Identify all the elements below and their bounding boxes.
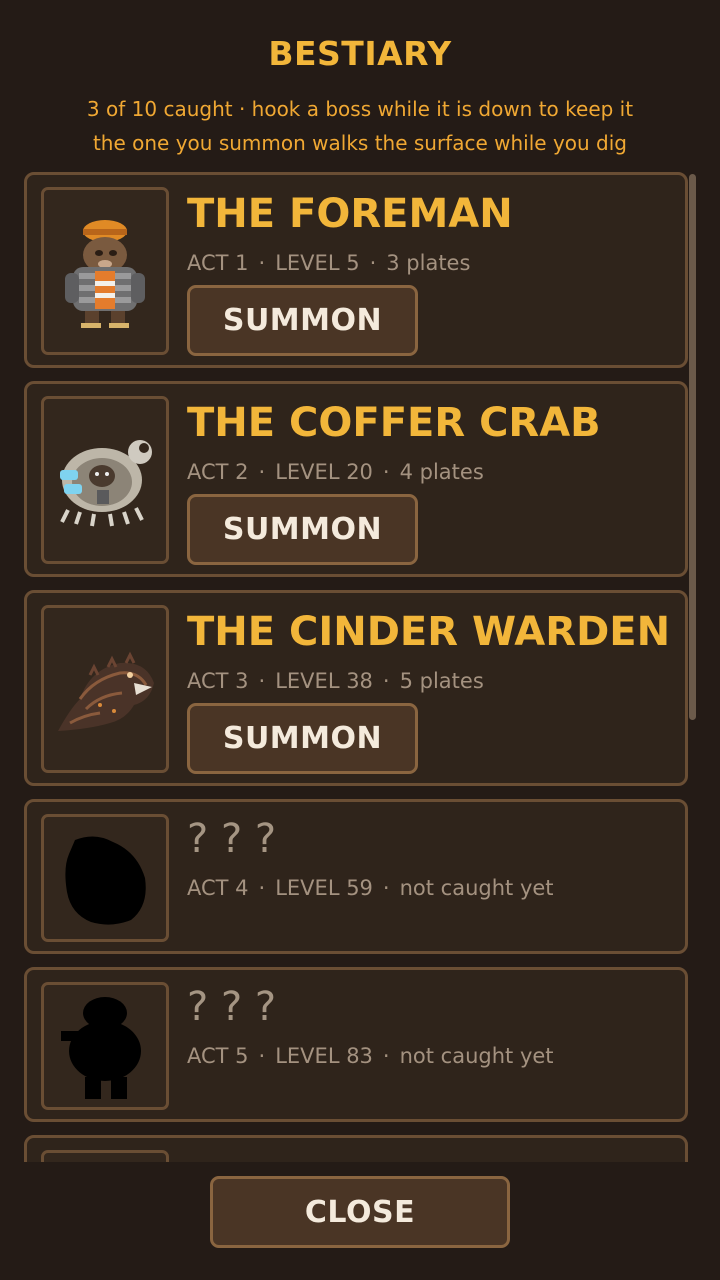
- boss-status: not caught yet: [399, 1044, 554, 1068]
- boss-act: ACT 5: [187, 1044, 249, 1068]
- boss-plates: 3 plates: [386, 251, 471, 275]
- close-button[interactable]: CLOSE: [210, 1176, 510, 1248]
- boss-meta: ACT 2 · LEVEL 20 · 4 plates: [187, 460, 484, 484]
- unknown-boss-silhouette-icon: [61, 997, 141, 1099]
- list-scrollbar[interactable]: [689, 174, 696, 720]
- boss-name: ? ? ?: [187, 816, 277, 862]
- separator-dot: ·: [258, 876, 266, 900]
- separator-dot: ·: [382, 1044, 390, 1068]
- boss-card-locked: ? ? ? ACT 4 · LEVEL 59 · not caught yet: [24, 799, 688, 954]
- boss-meta: ACT 3 · LEVEL 38 · 5 plates: [187, 669, 484, 693]
- boss-name: THE CINDER WARDEN: [187, 609, 671, 655]
- boss-level: LEVEL 59: [275, 876, 373, 900]
- boss-portrait: [41, 982, 169, 1110]
- boss-act: ACT 3: [187, 669, 249, 693]
- boss-plates: 4 plates: [399, 460, 484, 484]
- boss-level: LEVEL 38: [275, 669, 373, 693]
- separator-dot: ·: [258, 251, 266, 275]
- boss-plates: 5 plates: [399, 669, 484, 693]
- boss-portrait: [41, 187, 169, 355]
- boss-card-foreman: THE FOREMAN ACT 1 · LEVEL 5 · 3 plates SUMMO…: [24, 172, 688, 368]
- boss-act: ACT 1: [187, 251, 249, 275]
- unknown-boss-silhouette-icon: [65, 836, 146, 925]
- boss-name: ? ? ?: [187, 984, 277, 1030]
- boss-meta: ACT 4 · LEVEL 59 · not caught yet: [187, 876, 554, 900]
- separator-dot: ·: [369, 251, 377, 275]
- boss-level: LEVEL 20: [275, 460, 373, 484]
- separator-dot: ·: [258, 669, 266, 693]
- boss-name: THE COFFER CRAB: [187, 400, 601, 446]
- separator-dot: ·: [382, 669, 390, 693]
- bestiary-list[interactable]: THE FOREMAN ACT 1 · LEVEL 5 · 3 plates SUMMO…: [24, 172, 688, 1162]
- boss-meta: ACT 5 · LEVEL 83 · not caught yet: [187, 1044, 554, 1068]
- cinder-warden-sprite-icon: [58, 651, 154, 731]
- boss-card-coffer-crab: THE COFFER CRAB ACT 2 · LEVEL 20 · 4 plates …: [24, 381, 688, 577]
- separator-dot: ·: [258, 1044, 266, 1068]
- summon-hint-text: the one you summon walks the surface whi…: [92, 131, 628, 155]
- page-title: BESTIARY: [268, 34, 452, 73]
- coffer-crab-sprite-icon: [60, 440, 152, 527]
- summon-button[interactable]: SUMMON: [187, 285, 418, 356]
- separator-dot: ·: [382, 876, 390, 900]
- foreman-sprite-icon: [65, 220, 145, 328]
- boss-status: not caught yet: [399, 876, 554, 900]
- boss-name: THE FOREMAN: [187, 191, 513, 237]
- boss-portrait: [41, 814, 169, 942]
- boss-portrait: [41, 396, 169, 564]
- boss-portrait: [41, 605, 169, 773]
- boss-act: ACT 4: [187, 876, 249, 900]
- summon-button[interactable]: SUMMON: [187, 494, 418, 565]
- caught-progress-text: 3 of 10 caught · hook a boss while it is…: [86, 97, 634, 121]
- boss-level: LEVEL 83: [275, 1044, 373, 1068]
- boss-card-locked-partial: [24, 1135, 688, 1162]
- boss-portrait: [41, 1150, 169, 1162]
- summon-button[interactable]: SUMMON: [187, 703, 418, 774]
- boss-card-cinder-warden: THE CINDER WARDEN ACT 3 · LEVEL 38 · 5 plate…: [24, 590, 688, 786]
- boss-card-locked: ? ? ? ACT 5 · LEVEL 83 · not caught yet: [24, 967, 688, 1122]
- boss-act: ACT 2: [187, 460, 249, 484]
- boss-level: LEVEL 5: [275, 251, 360, 275]
- boss-meta: ACT 1 · LEVEL 5 · 3 plates: [187, 251, 470, 275]
- separator-dot: ·: [382, 460, 390, 484]
- separator-dot: ·: [258, 460, 266, 484]
